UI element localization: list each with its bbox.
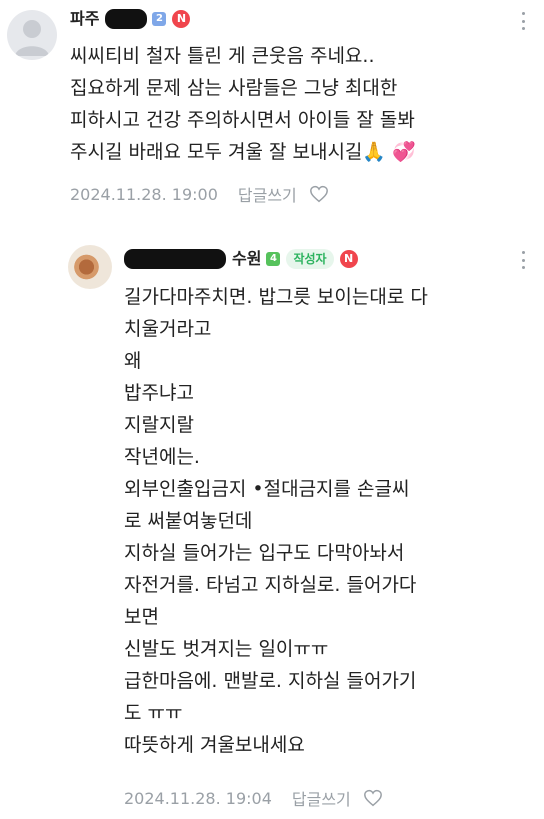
comment-line: 집요하게 문제 삼는 사람들은 그냥 최대한 xyxy=(70,77,398,99)
comment-line: 외부인출입금지 •절대금지를 손글씨 xyxy=(124,478,410,500)
nickname[interactable]: 파주 xyxy=(70,8,99,30)
reply-comment-item: 수원 4 작성자 N 길가다마주치면. 밥그릇 보이는대로 다 치울거라고 왜 … xyxy=(0,230,544,819)
comment-line: 밥주냐고 xyxy=(124,382,194,404)
new-badge: N xyxy=(339,250,358,268)
comment-line: 치울거라고 xyxy=(124,318,212,340)
comment-text: 씨씨티비 철자 틀린 게 큰웃음 주네요.. 집요하게 문제 삼는 사람들은 그… xyxy=(70,40,416,168)
comment-line: 따뜻하게 겨울보내세요 xyxy=(124,734,305,756)
user-silhouette-icon xyxy=(15,20,49,56)
comment-line: 주시길 바래요 모두 겨울 잘 보내시길🙏 💞 xyxy=(70,141,416,163)
redacted-name xyxy=(124,249,226,269)
comment-line: 피하시고 건강 주의하시면서 아이들 잘 돌봐 xyxy=(70,109,415,131)
reply-button[interactable]: 답글쓰기 xyxy=(238,182,297,206)
comment-line: 씨씨티비 철자 틀린 게 큰웃음 주네요.. xyxy=(70,45,375,67)
comment-line: 급한마음에. 맨발로. 지하실 들어가기 xyxy=(124,670,417,692)
comment-line: 왜 xyxy=(124,350,142,372)
comment-text: 길가다마주치면. 밥그릇 보이는대로 다 치울거라고 왜 밥주냐고 지랄지랄 작… xyxy=(124,281,428,761)
new-badge: N xyxy=(172,10,191,28)
redacted-name xyxy=(105,9,148,29)
more-options-icon[interactable] xyxy=(520,250,526,270)
timestamp: 2024.11.28. 19:04 xyxy=(124,788,272,808)
avatar[interactable] xyxy=(68,245,112,289)
timestamp: 2024.11.28. 19:00 xyxy=(70,184,218,204)
comment-line: 지랄지랄 xyxy=(124,414,194,436)
comment-line: 지하실 들어가는 입구도 다막아놔서 xyxy=(124,542,405,564)
comment-line: 작년에는. xyxy=(124,446,200,468)
comment-line: 신발도 벗겨지는 일이ㅠㅠ xyxy=(124,638,329,660)
comment-item: 파주 2 N 씨씨티비 철자 틀린 게 큰웃음 주네요.. 집요하게 문제 삼는… xyxy=(0,0,544,220)
more-options-icon[interactable] xyxy=(520,11,526,31)
heart-icon[interactable] xyxy=(309,185,329,203)
author-badge: 작성자 xyxy=(286,249,334,269)
comment-line: 자전거를. 타넘고 지하실로. 들어가다 xyxy=(124,574,417,596)
heart-icon[interactable] xyxy=(363,789,383,807)
level-badge: 4 xyxy=(266,252,281,266)
nickname[interactable]: 수원 xyxy=(232,248,261,270)
comment-line: 로 써붙여놓던데 xyxy=(124,510,253,532)
level-badge: 2 xyxy=(152,12,167,26)
comment-line: 보면 xyxy=(124,606,159,628)
avatar[interactable] xyxy=(7,10,57,60)
comment-line: 도 ㅠㅠ xyxy=(124,702,183,724)
comment-line: 길가다마주치면. 밥그릇 보이는대로 다 xyxy=(124,286,428,308)
reply-button[interactable]: 답글쓰기 xyxy=(292,786,351,810)
